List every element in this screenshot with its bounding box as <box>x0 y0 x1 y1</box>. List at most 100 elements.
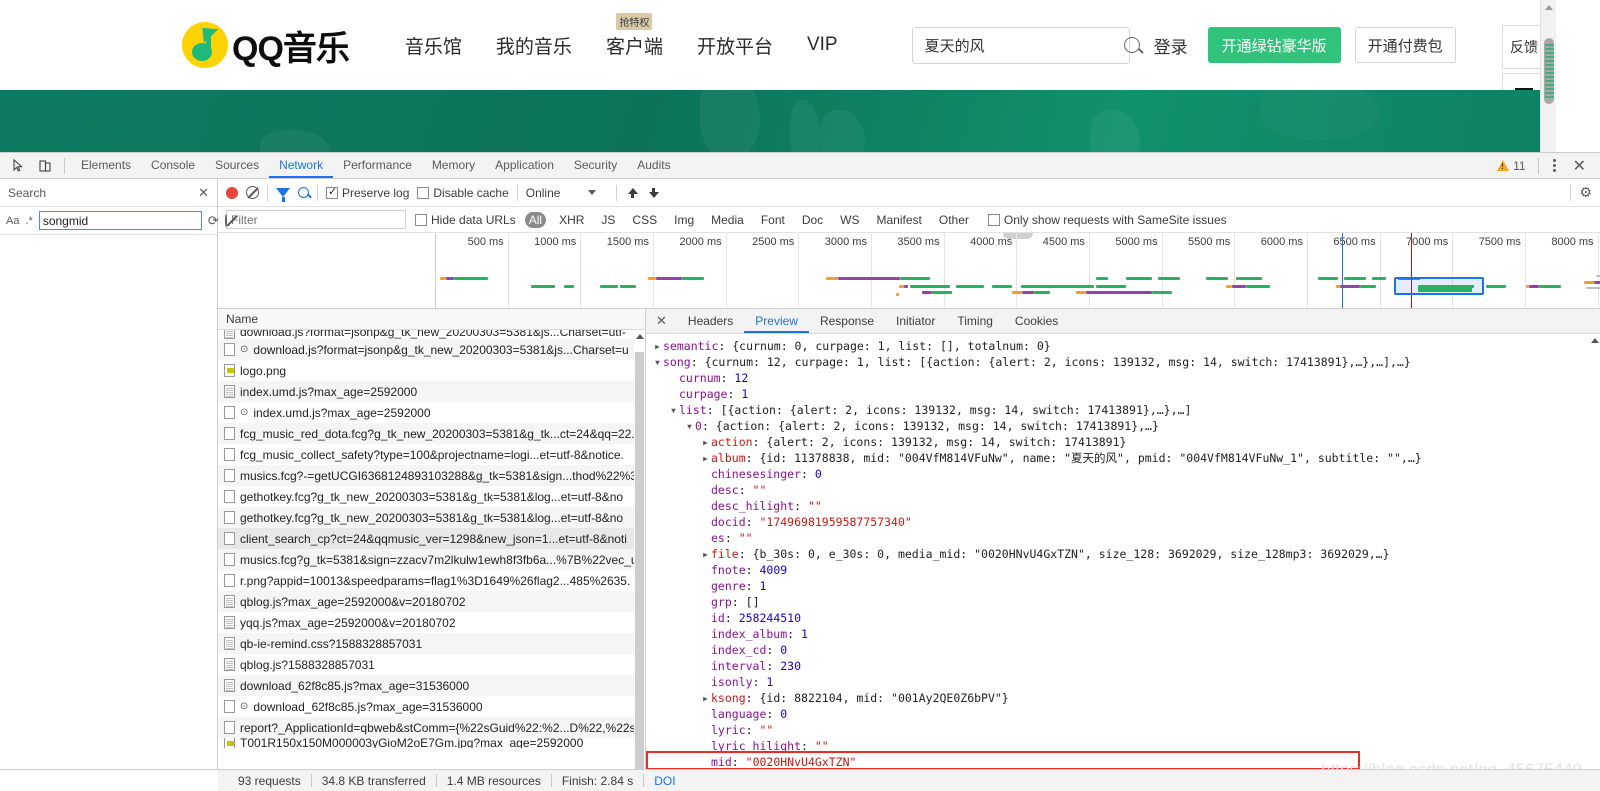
request-row[interactable]: musics.fcg?g_tk=5381&sign=zzacv7m2lkulw1… <box>218 549 645 570</box>
match-case-button[interactable]: Aa <box>6 215 19 227</box>
type-filter-all[interactable]: All <box>524 211 547 228</box>
import-har-icon[interactable] <box>625 186 639 200</box>
page-scrollbar[interactable] <box>1540 0 1556 152</box>
request-row[interactable]: logo.png <box>218 360 645 381</box>
nav-item-client[interactable]: 抢特权 客户端 <box>606 12 663 59</box>
request-row[interactable]: qb-ie-remind.css?1588328857031 <box>218 633 645 654</box>
request-rows[interactable]: download.js?format=jsonp&g_tk_new_202003… <box>218 330 645 791</box>
json-disclosure-triangle[interactable] <box>702 450 711 466</box>
request-row[interactable]: ⊙ download_62f8c85.js?max_age=31536000 <box>218 696 645 717</box>
site-logo[interactable]: QQ音乐 <box>182 21 350 70</box>
json-line[interactable]: file: {b_30s: 0, e_30s: 0, media_mid: "0… <box>654 546 1600 562</box>
json-line[interactable]: es: "" <box>654 530 1600 546</box>
regex-button[interactable]: .* <box>25 215 32 227</box>
close-icon[interactable]: ✕ <box>1565 156 1594 176</box>
hide-data-urls-checkbox[interactable]: Hide data URLs <box>415 213 516 227</box>
type-filter-img[interactable]: Img <box>670 212 698 228</box>
scroll-up-icon[interactable] <box>1591 338 1599 343</box>
request-row[interactable]: download_62f8c85.js?max_age=31536000 <box>218 675 645 696</box>
login-link[interactable]: 登录 <box>1154 33 1188 58</box>
detail-tab-initiator[interactable]: Initiator <box>885 309 946 333</box>
json-line[interactable]: semantic: {curnum: 0, curpage: 1, list: … <box>654 338 1600 354</box>
json-line[interactable]: curpage: 1 <box>654 386 1600 402</box>
request-row[interactable]: report?_ApplicationId=qbweb&stComm={%22s… <box>218 717 645 738</box>
request-row[interactable]: fcg_music_red_dota.fcg?g_tk_new_20200303… <box>218 423 645 444</box>
scroll-up-icon[interactable] <box>1545 5 1553 10</box>
type-filter-manifest[interactable]: Manifest <box>873 212 926 228</box>
devtools-tab-audits[interactable]: Audits <box>627 153 680 178</box>
detail-tab-preview[interactable]: Preview <box>744 309 809 333</box>
json-line[interactable]: chinesesinger: 0 <box>654 466 1600 482</box>
json-line[interactable]: index_album: 1 <box>654 626 1600 642</box>
detail-scrollbar[interactable] <box>1589 334 1600 791</box>
json-line[interactable]: index_cd: 0 <box>654 642 1600 658</box>
json-line[interactable]: grp: [] <box>654 594 1600 610</box>
detail-close-icon[interactable]: ✕ <box>646 313 677 329</box>
request-list-header[interactable]: Name <box>218 309 645 330</box>
json-line[interactable]: docid: "17496981959587757340" <box>654 514 1600 530</box>
search-input[interactable] <box>924 36 1124 54</box>
preserve-log-checkbox[interactable]: Preserve log <box>326 185 409 200</box>
json-disclosure-triangle[interactable] <box>670 402 679 418</box>
request-row[interactable]: qblog.js?max_age=2592000&v=20180702 <box>218 591 645 612</box>
clear-icon[interactable] <box>224 214 227 227</box>
devtools-tab-security[interactable]: Security <box>564 153 627 178</box>
search-pane-close-icon[interactable]: ✕ <box>198 185 209 201</box>
json-line[interactable]: action: {alert: 2, icons: 139132, msg: 1… <box>654 434 1600 450</box>
detail-tab-timing[interactable]: Timing <box>946 309 1004 333</box>
request-list-scrollbar-thumb[interactable] <box>635 352 644 791</box>
request-row[interactable]: musics.fcg?-=getUCGI6368124893103288&g_t… <box>218 465 645 486</box>
json-line[interactable]: interval: 230 <box>654 658 1600 674</box>
json-line[interactable]: fnote: 4009 <box>654 562 1600 578</box>
json-line[interactable]: language: 0 <box>654 706 1600 722</box>
json-line[interactable]: 0: {action: {alert: 2, icons: 139132, ms… <box>654 418 1600 434</box>
search-icon[interactable] <box>298 187 309 198</box>
request-row[interactable]: client_search_cp?ct=24&qqmusic_ver=1298&… <box>218 528 645 549</box>
request-row[interactable]: T001R150x150M000003yGioM2oE7Gm.jpg?max_a… <box>218 738 645 748</box>
json-line[interactable]: ksong: {id: 8822104, mid: "001Ay2QE0Z6bP… <box>654 690 1600 706</box>
clear-icon[interactable] <box>246 186 259 199</box>
preview-json-tree[interactable]: semantic: {curnum: 0, curpage: 1, list: … <box>646 334 1600 791</box>
filter-input[interactable] <box>226 210 406 229</box>
request-list-scrollbar[interactable] <box>634 330 645 791</box>
nav-item-my-music[interactable]: 我的音乐 <box>496 32 572 59</box>
filter-icon[interactable] <box>276 188 290 202</box>
detail-tab-headers[interactable]: Headers <box>677 309 744 333</box>
devtools-tab-memory[interactable]: Memory <box>422 153 485 178</box>
json-line[interactable]: id: 258244510 <box>654 610 1600 626</box>
open-green-vip-button[interactable]: 开通绿钻豪华版 <box>1207 27 1341 63</box>
devtools-tab-performance[interactable]: Performance <box>333 153 422 178</box>
devtools-tab-sources[interactable]: Sources <box>205 153 269 178</box>
site-search-box[interactable] <box>911 26 1140 64</box>
devtools-tab-application[interactable]: Application <box>485 153 564 178</box>
record-icon[interactable] <box>226 186 238 199</box>
device-toolbar-icon[interactable] <box>32 154 58 178</box>
devtools-tab-network[interactable]: Network <box>269 153 334 178</box>
type-filter-other[interactable]: Other <box>935 212 973 228</box>
request-row[interactable]: index.umd.js?max_age=2592000 <box>218 381 645 402</box>
nav-item-vip[interactable]: VIP <box>807 34 838 56</box>
inspect-cursor-icon[interactable] <box>6 154 32 178</box>
kebab-menu-icon[interactable] <box>1545 159 1565 172</box>
request-row[interactable]: fcg_music_collect_safety?type=100&projec… <box>218 444 645 465</box>
samesite-issues-checkbox[interactable]: Only show requests with SameSite issues <box>987 213 1227 227</box>
open-paid-package-button[interactable]: 开通付费包 <box>1354 27 1456 63</box>
disable-cache-checkbox[interactable]: Disable cache <box>417 186 509 200</box>
search-icon[interactable] <box>1123 37 1140 53</box>
detail-tab-response[interactable]: Response <box>809 309 885 333</box>
throttling-value[interactable]: Online <box>526 186 561 200</box>
json-disclosure-triangle[interactable] <box>654 354 663 370</box>
overview-timeline[interactable]: 500 ms 1000 ms 1500 ms 2000 ms 2500 ms 3000 m… <box>436 233 1600 308</box>
json-line[interactable]: list: [{action: {alert: 2, icons: 139132… <box>654 402 1600 418</box>
type-filter-js[interactable]: JS <box>597 212 619 228</box>
json-disclosure-triangle[interactable] <box>702 546 711 562</box>
scroll-up-icon[interactable] <box>636 334 644 339</box>
chevron-down-icon[interactable] <box>588 190 597 195</box>
request-row[interactable]: yqq.js?max_age=2592000&v=20180702 <box>218 612 645 633</box>
json-line[interactable]: genre: 1 <box>654 578 1600 594</box>
request-row[interactable]: download.js?format=jsonp&g_tk_new_202003… <box>218 330 645 339</box>
json-disclosure-triangle[interactable] <box>654 338 663 354</box>
json-line[interactable]: song: {curnum: 12, curpage: 1, list: [{a… <box>654 354 1600 370</box>
json-line[interactable]: desc_hilight: "" <box>654 498 1600 514</box>
type-filter-font[interactable]: Font <box>757 212 789 228</box>
